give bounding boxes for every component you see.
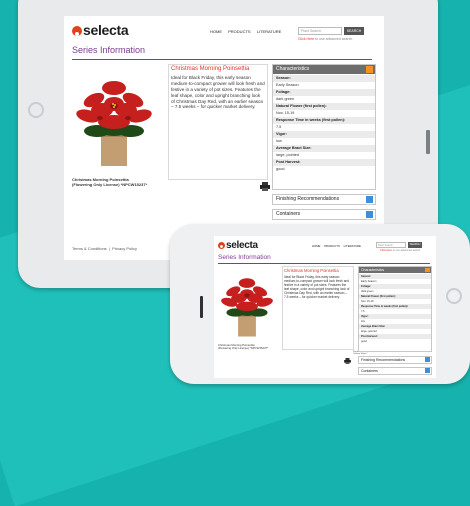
- title-divider: [218, 263, 430, 264]
- search-input[interactable]: Plant Search: [298, 27, 342, 35]
- nav-literature[interactable]: LITERATURE: [344, 244, 361, 248]
- advanced-search-text: to use advanced search: [314, 37, 353, 41]
- nav-products[interactable]: PRODUCTS: [228, 29, 250, 34]
- expand-icon[interactable]: [366, 211, 373, 223]
- char-value-season: Early Season: [273, 82, 375, 89]
- search-placeholder: Plant Search: [301, 29, 322, 33]
- page-title: Series Information: [72, 45, 146, 55]
- char-label-season: Season:: [273, 75, 375, 82]
- char-value-foliage: dark green: [273, 96, 375, 103]
- expand-icon[interactable]: [425, 368, 430, 373]
- footer-links[interactable]: Terms & Conditions | Privacy Policy: [72, 246, 137, 251]
- page-title: Series Information: [218, 254, 271, 261]
- phone-screen: selecta HOME PRODUCTS LITERATURE Plant S…: [214, 236, 436, 378]
- product-image: [218, 268, 276, 342]
- nav-literature[interactable]: LITERATURE: [257, 29, 282, 34]
- brand-name: selecta: [83, 22, 129, 38]
- char-value-vigor: low: [273, 138, 375, 145]
- logo-mark-icon: [218, 241, 225, 249]
- logo-mark-icon: [72, 26, 82, 37]
- accordion-containers[interactable]: Containers: [272, 209, 376, 220]
- characteristics-header[interactable]: Characteristics: [359, 267, 431, 273]
- search-input[interactable]: Plant Search: [376, 242, 406, 248]
- product-description: Ideal for Black Friday, this early seaso…: [171, 75, 265, 110]
- printer-icon[interactable]: [260, 178, 270, 196]
- brand-logo[interactable]: selecta: [72, 22, 129, 38]
- tablet-home-button: [28, 102, 44, 118]
- main-nav: HOME PRODUCTS LITERATURE: [312, 244, 364, 248]
- char-value-response-time: 7.5: [273, 124, 375, 131]
- accordion-finishing[interactable]: Finishing Recommendations: [272, 194, 376, 205]
- nav-products[interactable]: PRODUCTS: [324, 244, 340, 248]
- phone-device: selecta HOME PRODUCTS LITERATURE Plant S…: [170, 224, 470, 384]
- product-description: Ideal for Black Friday, this early seaso…: [284, 275, 350, 300]
- char-value-bract-size: large, pointed: [273, 152, 375, 159]
- characteristics-title: Characteristics: [361, 268, 385, 272]
- product-title: Christmas Morning Poinsettia: [284, 268, 339, 273]
- advanced-search-link[interactable]: Click Here: [380, 249, 392, 252]
- accordion-finishing-label: Finishing Recommendations: [361, 358, 406, 362]
- phone-home-button: [446, 288, 462, 304]
- expand-icon[interactable]: [425, 357, 430, 362]
- accordion-finishing-label: Finishing Recommendations: [276, 196, 340, 202]
- search-button[interactable]: SEARCH: [344, 27, 364, 35]
- product-image: [72, 66, 156, 174]
- product-caption: Christmas Morning Poinsettia (Flowering …: [72, 177, 147, 187]
- collapse-icon[interactable]: [366, 66, 373, 76]
- caption-line-2: (Flowering Only License) *NPCW15237*: [72, 182, 148, 187]
- brand-logo[interactable]: selecta: [218, 240, 258, 251]
- brand-name: selecta: [226, 240, 258, 251]
- product-caption: Christmas Morning Poinsettia (Flowering …: [218, 343, 269, 351]
- char-label-natural-flower: Natural Flower (first pollen):: [273, 103, 375, 110]
- phone-side-button: [200, 296, 203, 318]
- product-title: Christmas Morning Poinsettia: [171, 66, 250, 72]
- tablet-side-button: [426, 130, 430, 154]
- characteristics-header[interactable]: Characteristics: [273, 65, 375, 74]
- nav-home[interactable]: HOME: [312, 244, 320, 248]
- characteristics-title: Characteristics: [276, 66, 310, 72]
- accordion-containers-label: Containers: [276, 211, 301, 217]
- char-label-post-harvest: Post Harvest:: [273, 159, 375, 166]
- characteristics-panel: Characteristics Season: Early Season Fol…: [272, 64, 376, 190]
- accordion-containers-label: Containers: [361, 369, 378, 373]
- collapse-icon[interactable]: [425, 268, 430, 272]
- advanced-search: Click Here to use advanced search: [380, 249, 420, 252]
- nav-home[interactable]: HOME: [210, 29, 222, 34]
- title-divider: [72, 59, 372, 60]
- char-label-response-time: Response Time in weeks (first pollen):: [273, 117, 375, 124]
- search-button[interactable]: SEARCH: [408, 242, 422, 248]
- advanced-search-text: to use advanced search: [391, 249, 421, 252]
- caption-line-2: (Flowering Only License) *NPCW15237*: [218, 346, 269, 351]
- char-value-post-harvest: good: [359, 339, 431, 344]
- advanced-search: Click Here to use advanced search: [298, 37, 352, 41]
- expand-icon[interactable]: [366, 196, 373, 208]
- search-placeholder: Plant Search: [378, 244, 393, 247]
- advanced-search-link[interactable]: Click Here: [298, 37, 314, 41]
- accordion-containers[interactable]: Containers: [358, 367, 432, 375]
- characteristics-panel: Characteristics Season: Early Season Fol…: [358, 266, 432, 352]
- printer-icon[interactable]: [344, 351, 351, 369]
- char-value-natural-flower: Nov. 15-19: [273, 110, 375, 117]
- char-label-vigor: Vigor:: [273, 131, 375, 138]
- main-nav: HOME PRODUCTS LITERATURE: [210, 29, 286, 34]
- char-label-bract-size: Average Bract Size:: [273, 145, 375, 152]
- char-label-foliage: Foliage:: [273, 89, 375, 96]
- accordion-finishing[interactable]: Finishing Recommendations: [358, 356, 432, 364]
- char-value-post-harvest: good: [273, 166, 375, 173]
